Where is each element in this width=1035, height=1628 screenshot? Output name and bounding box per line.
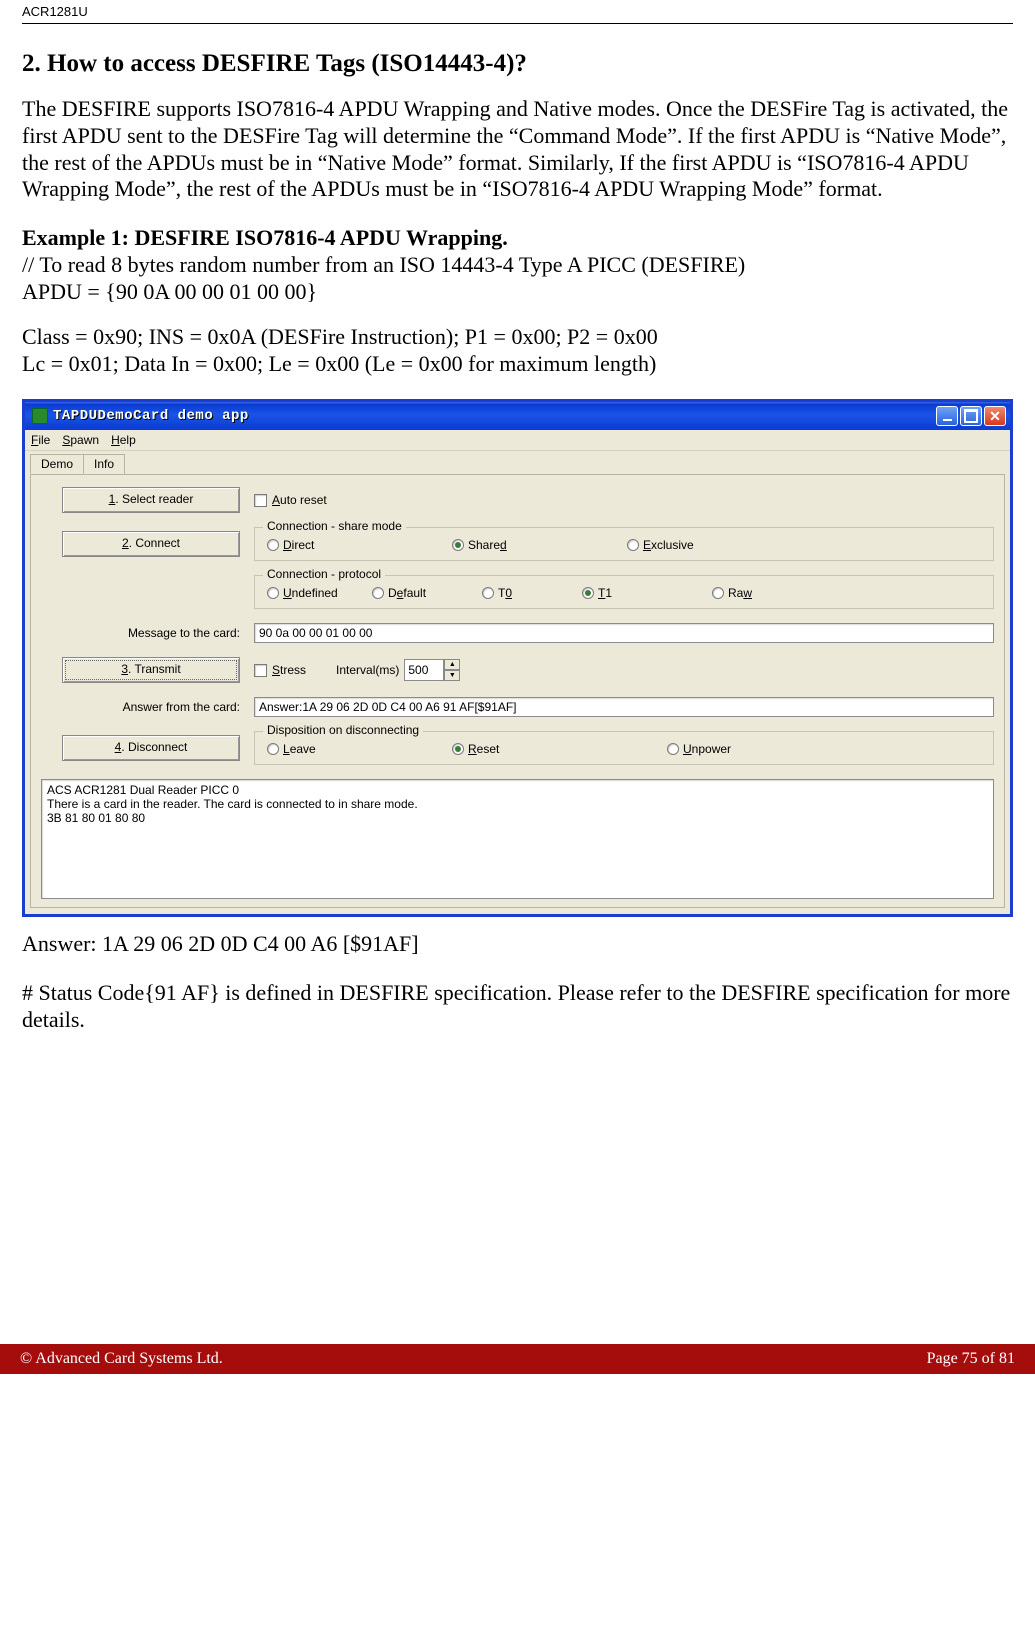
app-icon <box>32 408 48 424</box>
radio-t1-label: T1 <box>598 586 612 600</box>
window-title: TAPDUDemoCard demo app <box>53 408 249 424</box>
disconnect-button[interactable]: 4. Disconnect <box>62 735 240 761</box>
example-apdu: APDU = {90 0A 00 00 01 00 00} <box>22 279 317 304</box>
tab-panel: 1. Select reader Auto reset 2. Connect <box>30 474 1005 908</box>
interval-input[interactable] <box>404 659 444 681</box>
window-buttons <box>936 406 1006 426</box>
protocol-legend: Connection - protocol <box>263 567 385 581</box>
disposition-legend: Disposition on disconnecting <box>263 723 423 737</box>
radio-t0-label: T0 <box>498 586 512 600</box>
lc-line: Lc = 0x01; Data In = 0x00; Le = 0x00 (Le… <box>22 351 656 376</box>
minimize-button[interactable] <box>936 406 958 426</box>
message-input[interactable] <box>254 623 994 643</box>
maximize-button[interactable] <box>960 406 982 426</box>
transmit-button[interactable]: 3. Transmit <box>62 657 240 683</box>
radio-leave-label: Leave <box>283 742 316 756</box>
close-button[interactable] <box>984 406 1006 426</box>
footer-left: © Advanced Card Systems Ltd. <box>20 1350 223 1368</box>
title-bar: TAPDUDemoCard demo app <box>25 402 1010 430</box>
radio-default[interactable] <box>372 587 384 599</box>
spin-down-icon[interactable]: ▼ <box>444 670 460 681</box>
tab-info[interactable]: Info <box>83 454 125 474</box>
example-title: Example 1: DESFIRE ISO7816-4 APDU Wrappi… <box>22 225 508 250</box>
radio-raw-label: Raw <box>728 586 752 600</box>
header-rule <box>22 23 1013 24</box>
auto-reset-checkbox[interactable] <box>254 494 267 507</box>
doc-header: ACR1281U <box>22 0 1013 21</box>
message-label: Message to the card: <box>41 626 254 640</box>
auto-reset-label: Auto reset <box>272 493 327 507</box>
interval-label: Interval(ms) <box>336 663 399 677</box>
menu-help[interactable]: Help <box>111 433 136 447</box>
log-area: ACS ACR1281 Dual Reader PICC 0 There is … <box>41 779 994 899</box>
radio-undefined-label: Undefined <box>283 586 338 600</box>
radio-undefined[interactable] <box>267 587 279 599</box>
answer-label: Answer from the card: <box>41 700 254 714</box>
share-mode-group: Connection - share mode Direct Shared <box>254 527 994 561</box>
radio-shared-label: Shared <box>468 538 507 552</box>
tab-demo[interactable]: Demo <box>30 454 84 474</box>
app-window: TAPDUDemoCard demo app File Spawn Help D… <box>22 399 1013 917</box>
radio-exclusive[interactable] <box>627 539 639 551</box>
menu-spawn[interactable]: Spawn <box>62 433 99 447</box>
answer-line: Answer: 1A 29 06 2D 0D C4 00 A6 [$91AF] <box>22 931 1013 958</box>
radio-unpower-label: Unpower <box>683 742 731 756</box>
status-note: # Status Code{91 AF} is defined in DESFI… <box>22 980 1013 1034</box>
radio-unpower[interactable] <box>667 743 679 755</box>
stress-label: Stress <box>272 663 306 677</box>
radio-exclusive-label: Exclusive <box>643 538 694 552</box>
section-title: 2. How to access DESFIRE Tags (ISO14443-… <box>22 50 1013 78</box>
menu-file[interactable]: File <box>31 433 50 447</box>
select-reader-button[interactable]: 1. Select reader <box>62 487 240 513</box>
protocol-group: Connection - protocol Undefined Default <box>254 575 994 609</box>
radio-reset[interactable] <box>452 743 464 755</box>
radio-direct-label: Direct <box>283 538 314 552</box>
radio-shared[interactable] <box>452 539 464 551</box>
footer-right: Page 75 of 81 <box>927 1350 1015 1368</box>
disposition-group: Disposition on disconnecting Leave Reset <box>254 731 994 765</box>
radio-t0[interactable] <box>482 587 494 599</box>
share-mode-legend: Connection - share mode <box>263 519 406 533</box>
menu-bar: File Spawn Help <box>25 430 1010 451</box>
radio-leave[interactable] <box>267 743 279 755</box>
radio-raw[interactable] <box>712 587 724 599</box>
answer-output[interactable] <box>254 697 994 717</box>
interval-spinner[interactable]: ▲ ▼ <box>404 659 460 681</box>
radio-direct[interactable] <box>267 539 279 551</box>
spin-up-icon[interactable]: ▲ <box>444 659 460 670</box>
stress-checkbox[interactable] <box>254 664 267 677</box>
example-comment: // To read 8 bytes random number from an… <box>22 252 745 277</box>
intro-paragraph: The DESFIRE supports ISO7816-4 APDU Wrap… <box>22 96 1013 203</box>
footer: © Advanced Card Systems Ltd. Page 75 of … <box>0 1344 1035 1374</box>
tabs: Demo Info <box>25 451 1010 474</box>
radio-default-label: Default <box>388 586 426 600</box>
class-line: Class = 0x90; INS = 0x0A (DESFire Instru… <box>22 324 658 349</box>
radio-reset-label: Reset <box>468 742 499 756</box>
connect-button[interactable]: 2. Connect <box>62 531 240 557</box>
radio-t1[interactable] <box>582 587 594 599</box>
